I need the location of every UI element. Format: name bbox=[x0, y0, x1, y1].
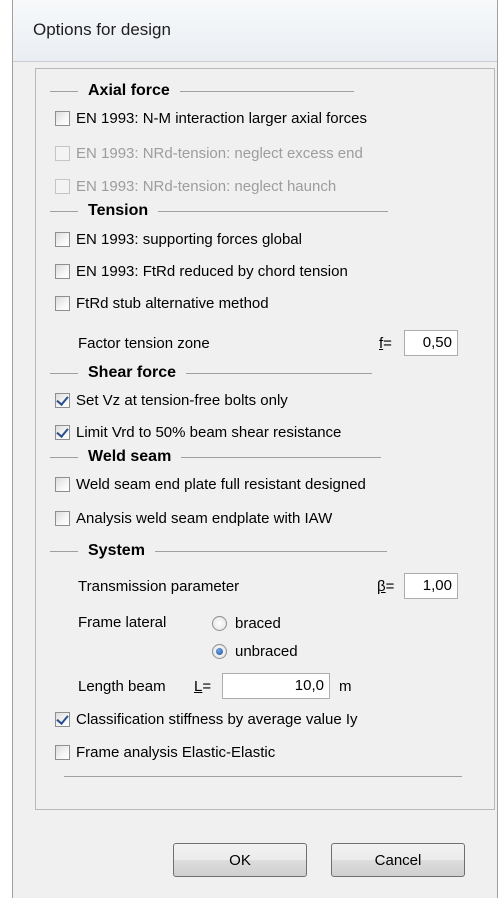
factor-tension-zone-input[interactable]: 0,50 bbox=[404, 330, 458, 356]
section-system: System bbox=[50, 541, 387, 561]
length-beam-label: Length beam bbox=[78, 678, 166, 695]
section-line bbox=[158, 210, 389, 212]
checkbox-weld-endplate-iaw[interactable]: Analysis weld seam endplate with IAW bbox=[55, 507, 332, 529]
checkbox-label: Frame analysis Elastic-Elastic bbox=[76, 743, 276, 761]
length-unit: m bbox=[339, 678, 352, 695]
section-line bbox=[179, 90, 354, 92]
bottom-separator bbox=[64, 776, 462, 777]
checkbox-label: Analysis weld seam endplate with IAW bbox=[76, 509, 333, 527]
radio-unbraced[interactable]: unbraced bbox=[212, 640, 298, 662]
section-line bbox=[181, 456, 382, 458]
checkbox-label: Classification stiffness by average valu… bbox=[76, 710, 358, 728]
transmission-parameter-input[interactable]: 1,00 bbox=[404, 573, 458, 599]
checkbox-box[interactable] bbox=[55, 110, 70, 126]
section-line bbox=[50, 456, 78, 458]
checkbox-label: Weld seam end plate full resistant desig… bbox=[76, 475, 366, 493]
length-equals: = bbox=[202, 678, 212, 695]
section-line bbox=[50, 550, 78, 552]
section-axial-force: Axial force bbox=[50, 81, 354, 101]
beta-symbol: β bbox=[377, 578, 386, 595]
checkbox-label: EN 1993: NRd-tension: neglect excess end bbox=[76, 144, 363, 162]
checkbox-box[interactable] bbox=[55, 231, 70, 247]
radio-circle[interactable] bbox=[212, 615, 227, 631]
section-line bbox=[50, 210, 78, 212]
factor-symbol-label: f= bbox=[379, 335, 392, 352]
factor-equals: = bbox=[383, 335, 392, 352]
checkbox-box[interactable] bbox=[55, 510, 70, 526]
title-bar: Options for design bbox=[13, 0, 497, 62]
section-shear-force: Shear force bbox=[50, 363, 373, 383]
checkbox-nm-interaction[interactable]: EN 1993: N-M interaction larger axial fo… bbox=[55, 107, 367, 129]
options-dialog: Options for design Axial force EN 1993: … bbox=[12, 0, 498, 898]
radio-label: braced bbox=[235, 614, 281, 632]
radio-circle[interactable] bbox=[212, 643, 227, 659]
checkbox-box[interactable] bbox=[55, 392, 70, 408]
radio-braced[interactable]: braced bbox=[212, 612, 281, 634]
checkbox-nrd-neglect-haunch[interactable]: EN 1993: NRd-tension: neglect haunch bbox=[55, 175, 336, 197]
section-title: Weld seam bbox=[88, 448, 172, 465]
beta-symbol-label: β= bbox=[377, 578, 394, 595]
checkbox-box[interactable] bbox=[55, 744, 70, 760]
checkbox-box[interactable] bbox=[55, 145, 70, 161]
checkbox-ftrd-stub-alternative[interactable]: FtRd stub alternative method bbox=[55, 292, 269, 314]
section-title: Axial force bbox=[88, 82, 170, 99]
beta-equals: = bbox=[385, 578, 395, 595]
checkbox-box[interactable] bbox=[55, 424, 70, 440]
ok-button[interactable]: OK bbox=[173, 843, 307, 877]
checkbox-vz-tension-free-bolts[interactable]: Set Vz at tension-free bolts only bbox=[55, 389, 288, 411]
checkbox-limit-vrd[interactable]: Limit Vrd to 50% beam shear resistance bbox=[55, 421, 341, 443]
section-line bbox=[50, 372, 78, 374]
factor-tension-zone-label: Factor tension zone bbox=[78, 335, 210, 352]
options-group: Axial force EN 1993: N-M interaction lar… bbox=[35, 68, 495, 810]
checkbox-classification-stiffness[interactable]: Classification stiffness by average valu… bbox=[55, 708, 358, 730]
section-line bbox=[154, 550, 387, 552]
section-title: Tension bbox=[88, 202, 149, 219]
checkbox-supporting-forces-global[interactable]: EN 1993: supporting forces global bbox=[55, 228, 302, 250]
checkbox-nrd-neglect-excess-end[interactable]: EN 1993: NRd-tension: neglect excess end bbox=[55, 142, 363, 164]
section-weld-seam: Weld seam bbox=[50, 447, 382, 467]
checkbox-ftrd-chord-tension[interactable]: EN 1993: FtRd reduced by chord tension bbox=[55, 260, 348, 282]
length-symbol-label: L= bbox=[194, 678, 211, 695]
checkbox-label: Set Vz at tension-free bolts only bbox=[76, 391, 288, 409]
section-title: Shear force bbox=[88, 364, 177, 381]
checkbox-label: EN 1993: supporting forces global bbox=[76, 230, 302, 248]
section-line bbox=[50, 90, 78, 92]
dialog-title: Options for design bbox=[33, 20, 171, 39]
checkbox-box[interactable] bbox=[55, 178, 70, 194]
section-line bbox=[186, 372, 373, 374]
checkbox-label: EN 1993: NRd-tension: neglect haunch bbox=[76, 177, 337, 195]
checkbox-weld-end-plate-full[interactable]: Weld seam end plate full resistant desig… bbox=[55, 473, 366, 495]
checkbox-label: FtRd stub alternative method bbox=[76, 294, 269, 312]
checkbox-box[interactable] bbox=[55, 476, 70, 492]
section-title: System bbox=[88, 542, 145, 559]
checkbox-box[interactable] bbox=[55, 263, 70, 279]
frame-lateral-label: Frame lateral bbox=[78, 614, 167, 631]
checkbox-box[interactable] bbox=[55, 711, 70, 727]
section-tension: Tension bbox=[50, 201, 389, 221]
checkbox-frame-analysis-elastic[interactable]: Frame analysis Elastic-Elastic bbox=[55, 741, 275, 763]
checkbox-box[interactable] bbox=[55, 295, 70, 311]
transmission-parameter-label: Transmission parameter bbox=[78, 578, 240, 595]
checkbox-label: Limit Vrd to 50% beam shear resistance bbox=[76, 423, 342, 441]
length-beam-input[interactable]: 10,0 bbox=[222, 673, 330, 699]
checkbox-label: EN 1993: FtRd reduced by chord tension bbox=[76, 262, 348, 280]
cancel-button[interactable]: Cancel bbox=[331, 843, 465, 877]
checkbox-label: EN 1993: N-M interaction larger axial fo… bbox=[76, 109, 367, 127]
radio-label: unbraced bbox=[235, 642, 298, 660]
